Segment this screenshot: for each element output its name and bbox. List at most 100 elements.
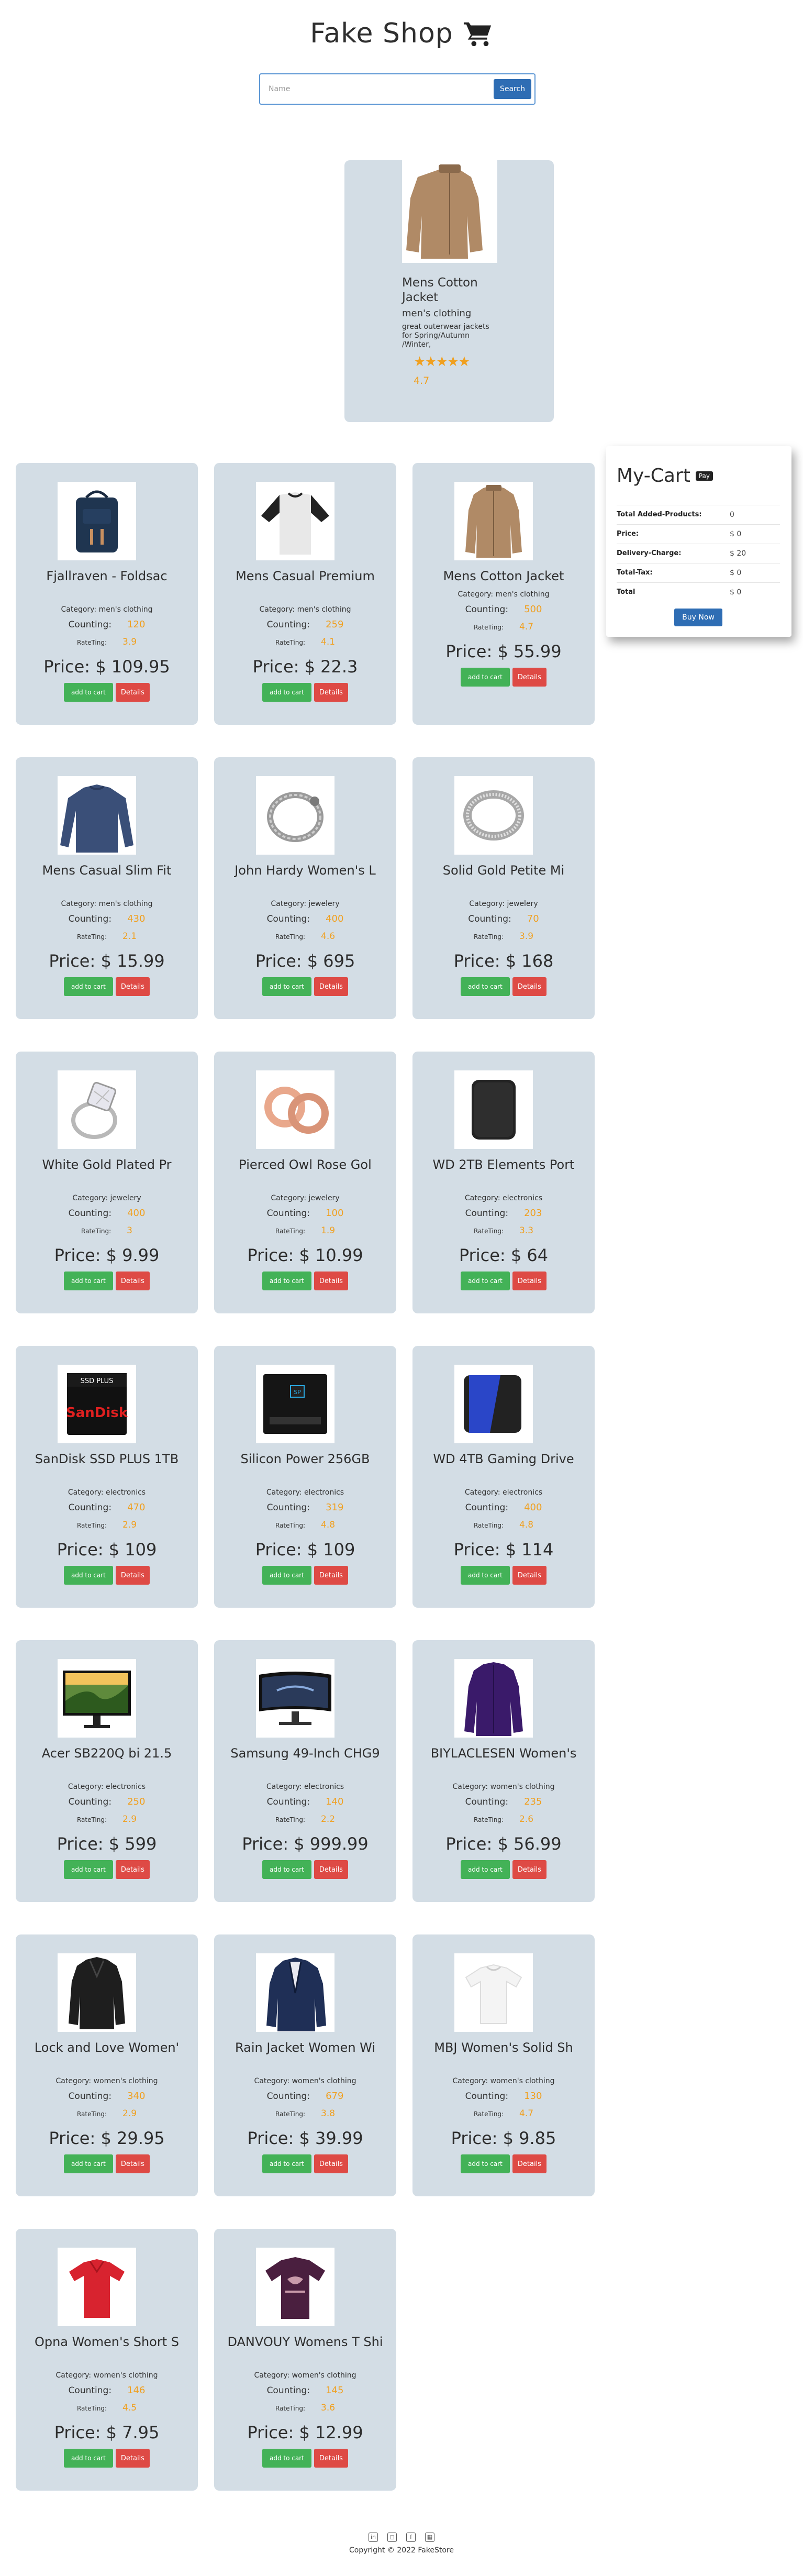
details-button[interactable]: Details bbox=[115, 683, 150, 702]
product-rating-row: RateTing: 3.9 bbox=[412, 931, 595, 942]
product-title: WD 2TB Elements Port bbox=[432, 1157, 575, 1172]
product-card[interactable]: John Hardy Women's L Category: jewelery Co… bbox=[214, 757, 396, 1019]
add-to-cart-button[interactable]: add to cart bbox=[64, 1272, 113, 1290]
product-count-row: Counting: 130 bbox=[412, 2091, 595, 2102]
svg-text:SP: SP bbox=[294, 1389, 301, 1396]
details-button[interactable]: Details bbox=[115, 1860, 150, 1879]
add-to-cart-button[interactable]: add to cart bbox=[262, 683, 311, 702]
product-card[interactable]: Rain Jacket Women Wi Category: women's cl… bbox=[214, 1934, 396, 2196]
product-category: Category: women's clothing bbox=[254, 2371, 356, 2380]
product-rating-row: RateTing: 4.7 bbox=[412, 2108, 595, 2119]
product-rating-row: RateTing: 4.1 bbox=[214, 637, 396, 647]
details-button[interactable]: Details bbox=[512, 1566, 547, 1585]
details-button[interactable]: Details bbox=[115, 1566, 150, 1585]
details-button[interactable]: Details bbox=[314, 977, 348, 996]
product-card[interactable]: Mens Cotton Jacket Category: men's clothi… bbox=[412, 463, 595, 725]
add-to-cart-button[interactable]: add to cart bbox=[262, 2154, 311, 2173]
add-to-cart-button[interactable]: add to cart bbox=[64, 2449, 113, 2468]
product-card[interactable]: WD 4TB Gaming Drive Category: electronics… bbox=[412, 1346, 595, 1608]
product-rating-row: RateTing: 4.6 bbox=[214, 931, 396, 942]
github-icon[interactable]: ▦ bbox=[425, 2533, 434, 2542]
product-rating-label: RateTing: bbox=[275, 2405, 306, 2412]
add-to-cart-button[interactable]: add to cart bbox=[461, 1566, 510, 1585]
product-card[interactable]: SP Silicon Power 256GB Category: electroni… bbox=[214, 1346, 396, 1608]
add-to-cart-button[interactable]: add to cart bbox=[461, 977, 510, 996]
add-to-cart-button[interactable]: add to cart bbox=[64, 2154, 113, 2173]
add-to-cart-button[interactable]: add to cart bbox=[262, 1860, 311, 1879]
add-to-cart-button[interactable]: add to cart bbox=[262, 1272, 311, 1290]
add-to-cart-button[interactable]: add to cart bbox=[262, 977, 311, 996]
details-button[interactable]: Details bbox=[314, 2154, 348, 2173]
add-to-cart-button[interactable]: add to cart bbox=[262, 2449, 311, 2468]
product-card[interactable]: SSD PLUS SanDisk SanDisk SSD PLUS 1TB Categ… bbox=[16, 1346, 198, 1608]
details-button[interactable]: Details bbox=[512, 668, 547, 687]
product-rating-label: RateTing: bbox=[275, 933, 306, 941]
product-card[interactable]: Pierced Owl Rose Gol Category: jewelery Co… bbox=[214, 1052, 396, 1313]
details-button[interactable]: Details bbox=[115, 1272, 150, 1290]
details-button[interactable]: Details bbox=[314, 683, 348, 702]
add-to-cart-button[interactable]: add to cart bbox=[461, 2154, 510, 2173]
details-button[interactable]: Details bbox=[314, 1566, 348, 1585]
product-card[interactable]: MBJ Women's Solid Sh Category: women's cl… bbox=[412, 1934, 595, 2196]
product-card[interactable]: Acer SB220Q bi 21.5 Category: electronics… bbox=[16, 1640, 198, 1902]
add-to-cart-button[interactable]: add to cart bbox=[64, 683, 113, 702]
product-count-label: Counting: bbox=[68, 1208, 112, 1219]
product-card[interactable]: Mens Casual Premium Category: men's cloth… bbox=[214, 463, 396, 725]
featured-product-title: Mens Cotton Jacket bbox=[402, 276, 478, 304]
product-count-row: Counting: 679 bbox=[214, 2091, 396, 2102]
product-card[interactable]: DANVOUY Womens T Shi Category: women's cl… bbox=[214, 2229, 396, 2491]
product-actions: add to cart Details bbox=[412, 1860, 595, 1879]
add-to-cart-button[interactable]: add to cart bbox=[461, 668, 510, 687]
product-count-value: 145 bbox=[326, 2385, 344, 2396]
product-card[interactable]: BIYLACLESEN Women's Category: women's clo… bbox=[412, 1640, 595, 1902]
product-category: Category: electronics bbox=[266, 1783, 344, 1791]
add-to-cart-button[interactable]: add to cart bbox=[64, 977, 113, 996]
facebook-icon[interactable]: f bbox=[406, 2533, 416, 2542]
details-button[interactable]: Details bbox=[115, 2449, 150, 2468]
search-input[interactable] bbox=[263, 78, 494, 100]
featured-product-card[interactable]: Mens Cotton Jacket men's clothing great … bbox=[344, 160, 554, 422]
details-button[interactable]: Details bbox=[512, 2154, 547, 2173]
search-button[interactable]: Search bbox=[494, 79, 531, 99]
linkedin-icon[interactable]: in bbox=[369, 2533, 378, 2542]
product-rating-row: RateTing: 4.5 bbox=[16, 2403, 198, 2413]
featured-product-image bbox=[402, 160, 497, 263]
instagram-icon[interactable]: ◻ bbox=[387, 2533, 397, 2542]
product-image bbox=[256, 776, 334, 855]
add-to-cart-button[interactable]: add to cart bbox=[64, 1566, 113, 1585]
product-rating-value: 2.6 bbox=[519, 1814, 534, 1825]
product-actions: add to cart Details bbox=[412, 668, 595, 687]
product-card[interactable]: Lock and Love Women' Category: women's cl… bbox=[16, 1934, 198, 2196]
product-price: Price: $ 109 bbox=[255, 1540, 355, 1560]
product-title: Opna Women's Short S bbox=[34, 2335, 180, 2349]
product-category: Category: electronics bbox=[266, 1488, 344, 1497]
details-button[interactable]: Details bbox=[314, 1860, 348, 1879]
buy-now-button[interactable]: Buy Now bbox=[674, 609, 722, 626]
details-button[interactable]: Details bbox=[512, 977, 547, 996]
product-actions: add to cart Details bbox=[16, 1860, 198, 1879]
details-button[interactable]: Details bbox=[314, 1272, 348, 1290]
product-category: Category: women's clothing bbox=[55, 2371, 158, 2380]
details-button[interactable]: Details bbox=[115, 977, 150, 996]
product-card[interactable]: Solid Gold Petite Mi Category: jewelery Co… bbox=[412, 757, 595, 1019]
cart-summary-row: Total $ 0 bbox=[617, 582, 780, 601]
product-category: Category: men's clothing bbox=[61, 605, 153, 614]
product-card[interactable]: Fjallraven - Foldsac Category: men's clot… bbox=[16, 463, 198, 725]
add-to-cart-button[interactable]: add to cart bbox=[64, 1860, 113, 1879]
product-card[interactable]: White Gold Plated Pr Category: jewelery Co… bbox=[16, 1052, 198, 1313]
add-to-cart-button[interactable]: add to cart bbox=[262, 1566, 311, 1585]
details-button[interactable]: Details bbox=[115, 2154, 150, 2173]
product-count-row: Counting: 146 bbox=[16, 2385, 198, 2396]
product-card[interactable]: WD 2TB Elements Port Category: electronic… bbox=[412, 1052, 595, 1313]
details-button[interactable]: Details bbox=[512, 1860, 547, 1879]
add-to-cart-button[interactable]: add to cart bbox=[461, 1272, 510, 1290]
product-actions: add to cart Details bbox=[16, 977, 198, 996]
details-button[interactable]: Details bbox=[314, 2449, 348, 2468]
product-card[interactable]: Mens Casual Slim Fit Category: men's clot… bbox=[16, 757, 198, 1019]
product-card[interactable]: Opna Women's Short S Category: women's cl… bbox=[16, 2229, 198, 2491]
product-card[interactable]: Samsung 49-Inch CHG9 Category: electronic… bbox=[214, 1640, 396, 1902]
cart-row-label: Delivery-Charge: bbox=[617, 549, 682, 557]
add-to-cart-button[interactable]: add to cart bbox=[461, 1860, 510, 1879]
details-button[interactable]: Details bbox=[512, 1272, 547, 1290]
product-title: Solid Gold Petite Mi bbox=[442, 863, 565, 878]
